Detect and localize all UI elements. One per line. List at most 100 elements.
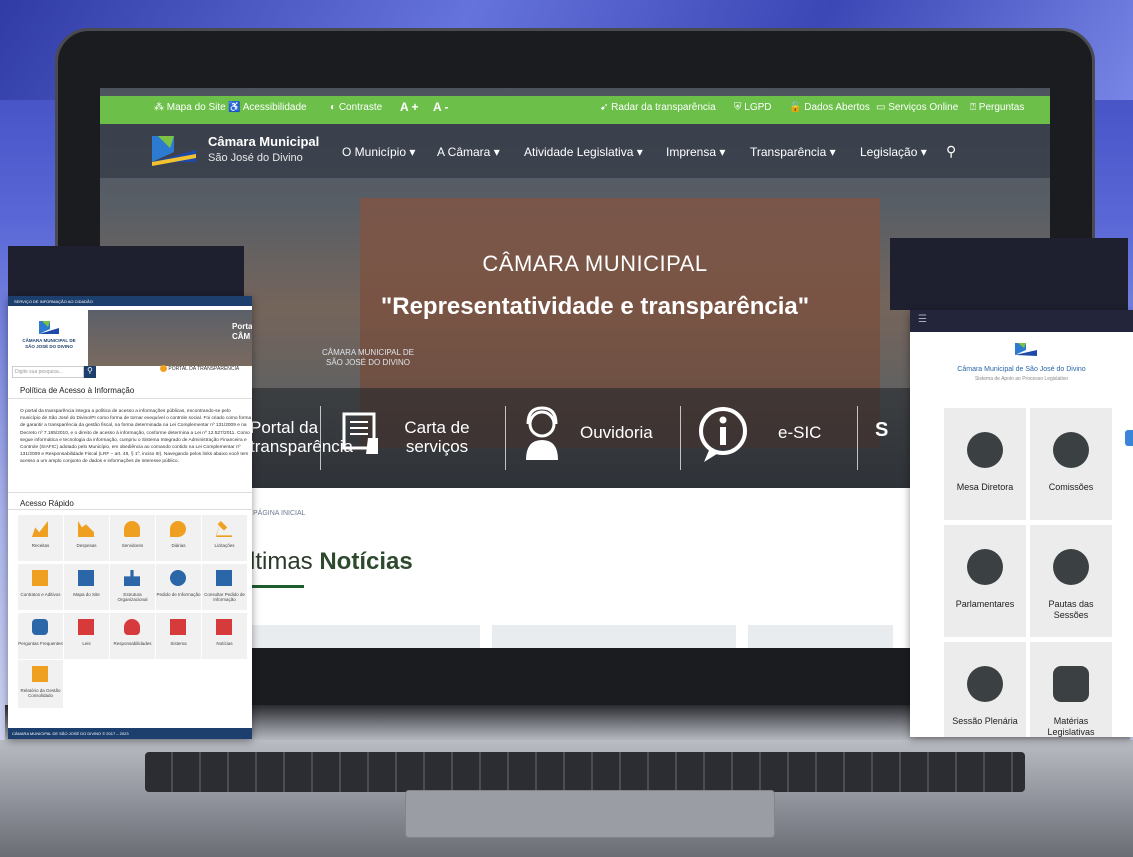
- quick-link-divider: [857, 406, 858, 470]
- tile-contratos[interactable]: Contratos e Aditivos: [18, 564, 63, 610]
- portal-logo[interactable]: CÂMARA MUNICIPAL DE SÃO JOSÉ DO DIVINO: [14, 316, 84, 356]
- law-book-icon: [78, 619, 94, 635]
- tile-label: Mapa do Site: [73, 592, 100, 597]
- card-parlamentares[interactable]: Parlamentares: [944, 525, 1026, 637]
- committee-icon: [1053, 432, 1089, 468]
- tile-label: Receitas: [31, 543, 50, 548]
- nav-imprensa[interactable]: Imprensa ▾: [666, 145, 725, 159]
- online-services-label: Serviços Online: [888, 102, 959, 113]
- accessibility-link[interactable]: ♿ Acessibilidade: [228, 102, 307, 113]
- tile-responsabilidades[interactable]: Responsabilidades: [110, 613, 155, 659]
- nav-camara[interactable]: A Câmara ▾: [437, 145, 500, 159]
- radar-link[interactable]: ➹ Radar da transparência: [600, 102, 716, 113]
- agenda-icon: [1053, 549, 1089, 585]
- quick-link-carta[interactable]: Carta de serviços: [392, 418, 482, 456]
- news-thumbnail[interactable]: [748, 625, 893, 648]
- report-icon: [32, 666, 48, 682]
- chamber-logo[interactable]: [1014, 342, 1038, 358]
- tile-receitas[interactable]: Receitas: [18, 515, 63, 561]
- side-tab[interactable]: [1125, 430, 1133, 446]
- nav-atividade-legislativa[interactable]: Atividade Legislativa ▾: [524, 145, 643, 159]
- tile-relatorio[interactable]: Relatório da Gestão Consolidado: [18, 660, 63, 708]
- news-thumbnail[interactable]: [250, 625, 480, 648]
- divider: [8, 509, 252, 510]
- tile-despesas[interactable]: Despesas: [64, 515, 109, 561]
- tile-label: Licitações: [214, 543, 235, 548]
- nav-legislacao[interactable]: Legislação ▾: [860, 145, 927, 159]
- building-sign: CÂMARA MUNICIPAL DE SÃO JOSÉ DO DIVINO: [321, 348, 414, 367]
- tile-label: Pedido de Informação: [156, 592, 201, 597]
- nav-transparencia[interactable]: Transparência ▾: [750, 145, 836, 159]
- card-label: Matérias Legislativas: [1047, 716, 1095, 737]
- quick-link-portal[interactable]: Portal da transparência: [250, 418, 353, 456]
- online-services-link[interactable]: ▭ Serviços Online: [876, 102, 958, 113]
- quick-link-partial[interactable]: S: [875, 420, 888, 440]
- search-document-icon: [216, 570, 232, 586]
- transparency-portal-panel: SERVIÇO DE INFORMAÇÃO AO CIDADÃO Porta C…: [8, 296, 252, 739]
- portal-top-strip-text: SERVIÇO DE INFORMAÇÃO AO CIDADÃO: [14, 299, 93, 304]
- quick-link-divider: [505, 406, 506, 470]
- location-pin-icon: [170, 521, 186, 537]
- tile-label: Perguntas Frequentes: [18, 641, 63, 646]
- open-data-label: Dados Abertos: [804, 102, 870, 113]
- faq-link[interactable]: ⍰ Perguntas: [970, 102, 1024, 113]
- nav-municipio[interactable]: O Município ▾: [342, 145, 415, 159]
- search-icon[interactable]: ⚲: [946, 143, 956, 160]
- news-thumbnail[interactable]: [492, 625, 736, 648]
- quick-link-ouvidoria[interactable]: Ouvidoria: [580, 423, 653, 442]
- font-increase-button[interactable]: A +: [400, 100, 419, 114]
- quick-access-heading: Acesso Rápido: [20, 499, 74, 508]
- radar-label: Radar da transparência: [611, 102, 716, 113]
- chamber-logo[interactable]: [150, 132, 198, 166]
- tile-mapa-site[interactable]: Mapa do Site: [64, 564, 109, 610]
- sitemap-icon: [78, 570, 94, 586]
- sitemap-link[interactable]: ⁂ Mapa do Site: [154, 102, 226, 113]
- faq-label: Perguntas: [978, 102, 1025, 113]
- building-icon: [170, 619, 186, 635]
- lgpd-link[interactable]: ⛨ LGPD: [734, 102, 772, 113]
- portal-search-button[interactable]: ⚲: [84, 366, 96, 378]
- trackpad: [405, 790, 775, 838]
- parliamentarian-icon: [967, 549, 1003, 585]
- tile-perguntas[interactable]: Perguntas Frequentes: [18, 613, 63, 659]
- card-mesa-diretora[interactable]: Mesa Diretora: [944, 408, 1026, 520]
- portal-top-strip: SERVIÇO DE INFORMAÇÃO AO CIDADÃO: [8, 296, 252, 306]
- brand-subtitle: São José do Divino: [208, 152, 303, 164]
- lgpd-label: LGPD: [744, 102, 772, 113]
- tile-licitacoes[interactable]: Licitações: [202, 515, 247, 561]
- legislative-system-panel: ☰ Câmara Municipal de São José do Divino…: [910, 310, 1133, 737]
- portal-transparency-link[interactable]: PORTAL DA TRANSPARÊNCIA: [160, 365, 250, 377]
- tile-noticias[interactable]: Notícias: [202, 613, 247, 659]
- menu-icon[interactable]: ☰: [918, 314, 927, 325]
- card-sessao-plenaria[interactable]: Sessão Plenária: [944, 642, 1026, 737]
- brand-title: Câmara Municipal: [208, 134, 320, 149]
- card-comissoes[interactable]: Comissões: [1030, 408, 1112, 520]
- tile-leis[interactable]: Leis: [64, 613, 109, 659]
- contrast-button[interactable]: ◐ Contraste: [330, 102, 382, 113]
- font-decrease-button[interactable]: A -: [433, 100, 449, 114]
- tile-label: Contratos e Aditivos: [20, 592, 61, 597]
- ombudsman-icon: [526, 406, 558, 460]
- org-chart-icon: [124, 570, 140, 586]
- legislative-subtitle: Sistema de Apoio ao Processo Legislativo: [974, 376, 1069, 382]
- quick-link-divider: [680, 406, 681, 470]
- portal-search-input[interactable]: Digite sua pesquisa...: [12, 366, 84, 378]
- left-panel-backdrop: [8, 246, 244, 298]
- card-materias[interactable]: Matérias Legislativas: [1030, 642, 1112, 737]
- card-label: Comissões: [1048, 482, 1094, 492]
- breadcrumb[interactable]: PÁGINA INICIAL: [253, 510, 306, 517]
- tile-estrutura[interactable]: Estrutura Organizacional: [110, 564, 155, 610]
- tile-label: Sistema: [170, 641, 187, 646]
- quick-link-esic[interactable]: e-SIC: [778, 423, 821, 442]
- quick-link-portal-label: Portal da transparência: [250, 418, 354, 456]
- people-icon: [124, 521, 140, 537]
- tile-consultar-pedido[interactable]: Consultar Pedido de Informação: [202, 564, 247, 610]
- tile-diarias[interactable]: Diárias: [156, 515, 201, 561]
- hand-icon: [124, 619, 140, 635]
- document-edit-icon: [32, 570, 48, 586]
- tile-sistema[interactable]: Sistema: [156, 613, 201, 659]
- tile-servidores[interactable]: Servidores: [110, 515, 155, 561]
- card-pautas[interactable]: Pautas das Sessões: [1030, 525, 1112, 637]
- open-data-link[interactable]: 🔓 Dados Abertos: [789, 102, 870, 113]
- tile-pedido-info[interactable]: Pedido de Informação: [156, 564, 201, 610]
